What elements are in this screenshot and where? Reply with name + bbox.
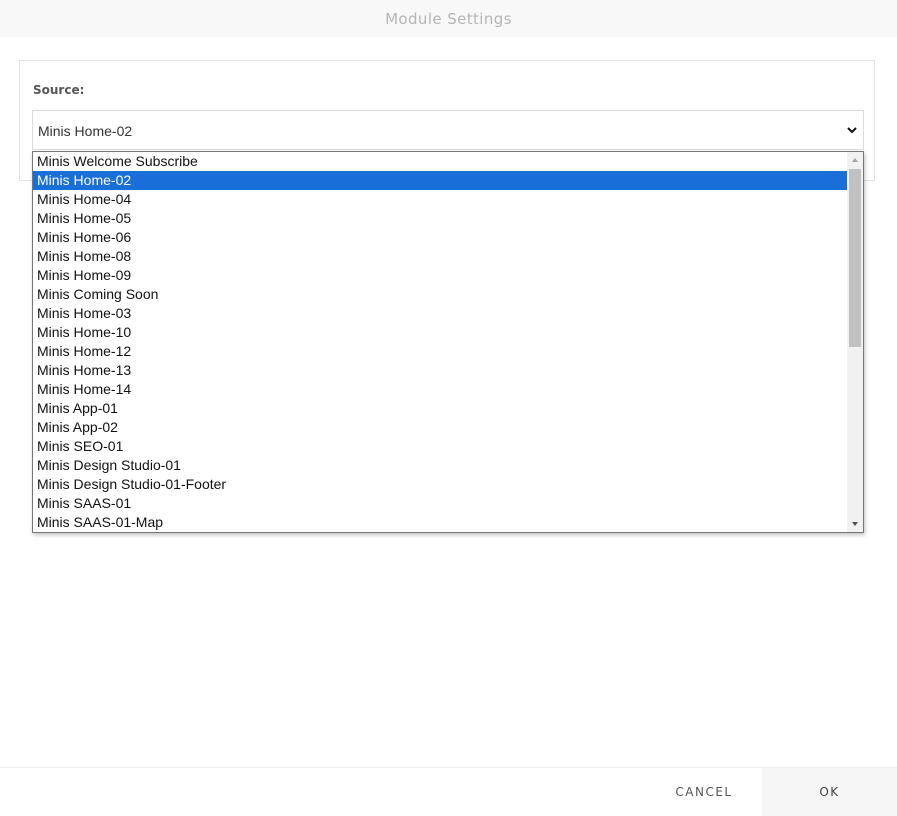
option-item[interactable]: Minis Home-09 (33, 266, 847, 285)
option-item[interactable]: Minis Home-04 (33, 190, 847, 209)
source-label: Source: (33, 83, 85, 97)
option-item[interactable]: Minis Design Studio-01-Footer (33, 475, 847, 494)
scroll-thumb[interactable] (849, 169, 861, 347)
option-item[interactable]: Minis Home-06 (33, 228, 847, 247)
source-select[interactable]: Minis Home-02 (32, 110, 864, 150)
option-item[interactable]: Minis Home-02 (33, 171, 847, 190)
option-item[interactable]: Minis Home-14 (33, 380, 847, 399)
chevron-down-icon (847, 127, 857, 134)
dialog-footer: CANCEL OK (0, 767, 897, 816)
option-item[interactable]: Minis SEO-01 (33, 437, 847, 456)
cancel-button[interactable]: CANCEL (646, 768, 762, 816)
triangle-up-icon[interactable] (847, 152, 863, 168)
dropdown-scrollbar[interactable] (847, 152, 863, 532)
module-settings-dialog: Module Settings Source: Minis Home-02 Mi… (0, 0, 897, 816)
option-item[interactable]: Minis App-02 (33, 418, 847, 437)
option-item[interactable]: Minis Home-12 (33, 342, 847, 361)
option-item[interactable]: Minis Coming Soon (33, 285, 847, 304)
triangle-down-icon[interactable] (847, 516, 863, 532)
option-item[interactable]: Minis Welcome Subscribe (33, 152, 847, 171)
dialog-title: Module Settings (385, 9, 512, 28)
ok-button[interactable]: OK (762, 768, 897, 816)
option-item[interactable]: Minis Home-08 (33, 247, 847, 266)
option-item[interactable]: Minis Home-10 (33, 323, 847, 342)
source-select-value: Minis Home-02 (38, 123, 133, 139)
source-options: Minis Welcome Subscribe Minis Home-02 Mini… (33, 152, 847, 532)
dialog-header: Module Settings (0, 0, 897, 37)
option-item[interactable]: Minis Home-13 (33, 361, 847, 380)
option-item[interactable]: Minis Design Studio-01 (33, 456, 847, 475)
option-item[interactable]: Minis Home-05 (33, 209, 847, 228)
option-item[interactable]: Minis Home-03 (33, 304, 847, 323)
option-item[interactable]: Minis SAAS-01 (33, 494, 847, 513)
source-dropdown-list[interactable]: Minis Welcome Subscribe Minis Home-02 Mini… (32, 151, 864, 533)
option-item[interactable]: Minis App-01 (33, 399, 847, 418)
option-item[interactable]: Minis SAAS-01-Map (33, 513, 847, 532)
